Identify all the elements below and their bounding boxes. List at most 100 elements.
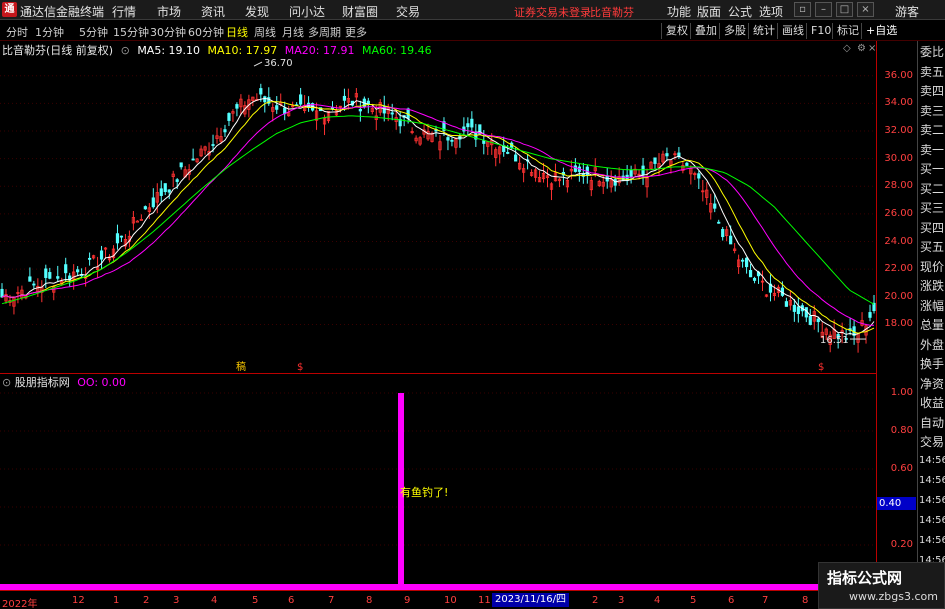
menu-item-trade[interactable]: 交易 — [396, 3, 420, 20]
ma20-label: MA20: 17.91 — [284, 44, 355, 57]
main-chart[interactable]: 36.70 16.51 稿 $ $ 比音勒芬(日线 前复权) ⊙ MA5: 19.10 … — [0, 41, 876, 373]
mark-button[interactable]: 标记 — [832, 23, 859, 39]
side-panel-label[interactable]: 外盘 — [920, 336, 944, 353]
candle-body — [796, 306, 800, 315]
candle-body — [713, 203, 717, 209]
indicator-tick: 1.00 — [890, 387, 913, 398]
period-multi[interactable]: 多周期 — [308, 24, 341, 40]
chart-title: 比音勒芬(日线 前复权) — [2, 44, 114, 57]
menu-item-news[interactable]: 资讯 — [201, 3, 225, 20]
side-panel-label[interactable]: 买四 — [920, 219, 944, 236]
close-icon[interactable]: × — [857, 2, 874, 17]
period-30min[interactable]: 30分钟 — [150, 24, 186, 40]
period-1min[interactable]: 1分钟 — [35, 24, 64, 40]
menu-item-formula[interactable]: 公式 — [728, 3, 752, 20]
f10-button[interactable]: F10 — [806, 23, 831, 39]
side-panel-label[interactable]: 委比 — [920, 43, 944, 60]
add-favorite-button[interactable]: +自选 — [861, 23, 897, 39]
candle-body — [0, 288, 4, 298]
side-panel-label[interactable]: 收益 — [920, 394, 944, 411]
menu-item-quotes[interactable]: 行情 — [112, 3, 136, 20]
side-panel-label[interactable]: 交易 — [920, 433, 944, 450]
date-tick: 2022年 — [2, 599, 38, 609]
period-toolbar: 分时 1分钟 5分钟 15分钟 30分钟 60分钟 日线 周线 月线 多周期 更… — [0, 21, 945, 41]
candle-body — [167, 189, 171, 193]
candle-body — [99, 250, 104, 260]
indicator-signal-text: 有鱼钓了! — [400, 486, 449, 499]
menu-item-wealth-circle[interactable]: 财富圈 — [342, 3, 378, 20]
overlay-button[interactable]: 叠加 — [690, 23, 717, 39]
restore-icon[interactable]: ▫ — [794, 2, 811, 17]
side-panel-label[interactable]: 买二 — [920, 180, 944, 197]
candle-body — [741, 259, 745, 262]
candle-body — [56, 276, 60, 279]
side-panel-label[interactable]: 买五 — [920, 238, 944, 255]
candle-body — [808, 315, 812, 325]
candle-body — [179, 162, 183, 168]
candle-body — [466, 123, 470, 128]
period-intraday[interactable]: 分时 — [6, 24, 28, 40]
candle-body — [390, 112, 394, 115]
minimize-icon[interactable]: – — [815, 2, 832, 17]
menu-item-ask-xiaoda[interactable]: 问小达 — [289, 3, 325, 20]
period-daily[interactable]: 日线 — [226, 24, 248, 40]
settings-icon[interactable]: ⊙ — [121, 44, 130, 57]
adjust-button[interactable]: 复权 — [661, 23, 688, 39]
side-panel-label[interactable]: 总量 — [920, 316, 944, 333]
side-panel-label[interactable]: 现价 — [920, 258, 944, 275]
login-status[interactable]: 证券交易未登录 — [514, 4, 591, 20]
chart-title-row: 比音勒芬(日线 前复权) ⊙ MA5: 19.10 MA10: 17.97 MA… — [2, 42, 432, 58]
candle-body — [653, 157, 657, 164]
period-more[interactable]: 更多 — [345, 24, 367, 40]
statistics-button[interactable]: 统计 — [748, 23, 775, 39]
side-panel-label[interactable]: 自动 — [920, 414, 944, 431]
candles — [0, 83, 876, 353]
ma5-line — [1, 97, 875, 336]
candle-body — [44, 268, 48, 278]
side-panel-label[interactable]: 卖二 — [920, 121, 944, 138]
date-tick: 6 — [728, 595, 735, 606]
candle-body — [573, 165, 577, 172]
period-5min[interactable]: 5分钟 — [79, 24, 108, 40]
period-weekly[interactable]: 周线 — [254, 24, 276, 40]
menu-item-market[interactable]: 市场 — [157, 3, 181, 20]
side-panel-time: 14:56 — [919, 495, 945, 506]
side-panel-label[interactable]: 卖四 — [920, 82, 944, 99]
period-monthly[interactable]: 月线 — [282, 24, 304, 40]
side-panel-label[interactable]: 涨幅 — [920, 297, 944, 314]
watermark-url: www.zbgs3.com — [849, 590, 938, 603]
period-15min[interactable]: 15分钟 — [113, 24, 149, 40]
date-axis[interactable]: 2023/11/16/四 2022年 12 1 2 3 4 5 6 7 8 9 10 11 2 3 4 5 6 7 8 — [0, 590, 945, 609]
side-panel-label[interactable]: 卖一 — [920, 141, 944, 158]
candle-body — [665, 153, 669, 157]
candle-body — [211, 144, 215, 146]
settings-icon[interactable]: ⊙ — [2, 376, 11, 389]
draw-line-button[interactable]: 画线 — [777, 23, 804, 39]
guest-user[interactable]: 游客 — [895, 3, 919, 20]
side-panel-label[interactable]: 卖三 — [920, 102, 944, 119]
side-panel-time: 14:56 — [919, 455, 945, 466]
side-panel-label[interactable]: 净资 — [920, 375, 944, 392]
side-panel-label[interactable]: 卖五 — [920, 63, 944, 80]
side-panel-label[interactable]: 买一 — [920, 160, 944, 177]
date-tick: 3 — [173, 595, 180, 606]
candle-body — [342, 95, 347, 101]
menu-item-functions[interactable]: 功能 — [667, 3, 691, 20]
menu-item-layout[interactable]: 版面 — [697, 3, 721, 20]
date-tick: 8 — [802, 595, 809, 606]
menu-item-options[interactable]: 选项 — [759, 3, 783, 20]
candle-body — [32, 283, 36, 286]
menu-item-discover[interactable]: 发现 — [245, 3, 269, 20]
ma60-line — [1, 115, 875, 305]
date-tick: 6 — [288, 595, 295, 606]
diamond-icon[interactable]: ◇ — [843, 43, 851, 54]
side-panel-label[interactable]: 涨跌 — [920, 277, 944, 294]
maximize-icon[interactable]: □ — [836, 2, 853, 17]
price-tick: 36.00 — [884, 69, 913, 81]
side-panel-label[interactable]: 换手 — [920, 355, 944, 372]
side-panel-label[interactable]: 买三 — [920, 199, 944, 216]
price-tick: 30.00 — [884, 152, 913, 164]
period-60min[interactable]: 60分钟 — [188, 24, 224, 40]
multi-stock-button[interactable]: 多股 — [719, 23, 746, 39]
gear-icon[interactable]: ⚙ — [857, 43, 866, 54]
